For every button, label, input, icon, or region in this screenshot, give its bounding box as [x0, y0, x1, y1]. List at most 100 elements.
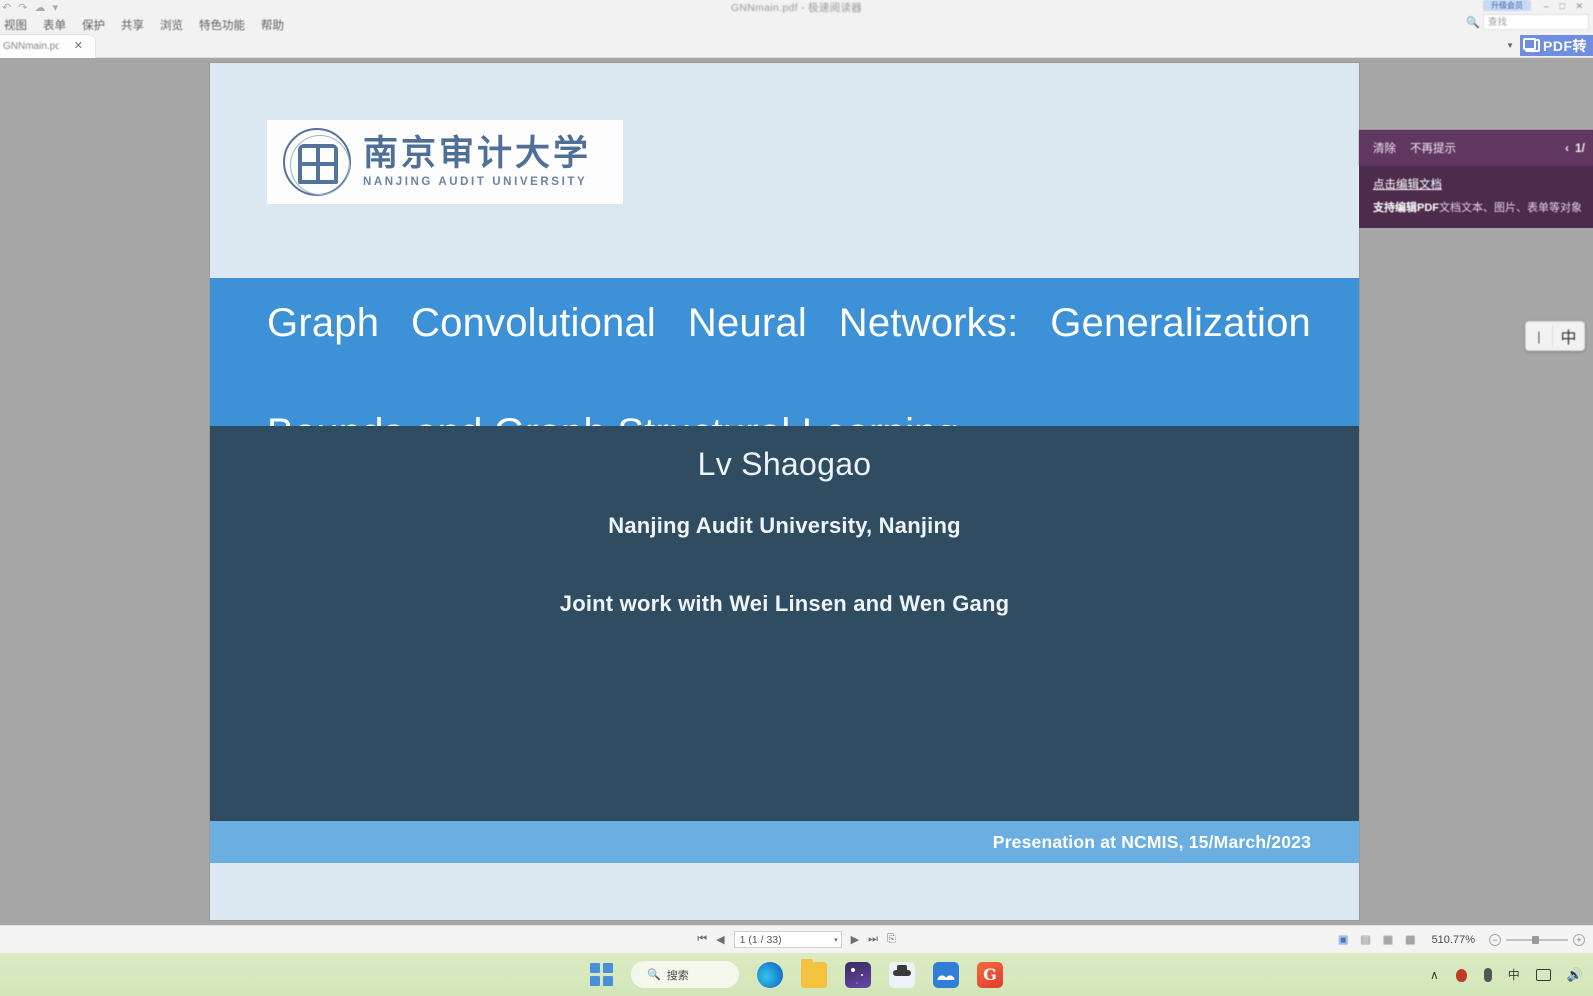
promo-description: 支持编辑PDF文档文本、图片、表单等对象 — [1373, 199, 1593, 215]
promo-counter: 1/ — [1574, 141, 1585, 155]
search-icon: 🔍 — [647, 969, 661, 981]
first-page-icon[interactable]: ⏮ — [697, 933, 707, 946]
logo-english-name: NANJING AUDIT UNIVERSITY — [363, 175, 588, 188]
close-icon[interactable]: ✕ — [74, 41, 83, 52]
tray-chevron-up-icon[interactable]: ∧ — [1430, 968, 1439, 982]
menu-item-6[interactable]: 帮助 — [261, 17, 284, 33]
ime-indicator[interactable]: 中 — [1508, 966, 1520, 983]
explorer-patch-icon[interactable] — [889, 961, 915, 988]
windows-start-icon[interactable] — [590, 963, 613, 986]
single-page-icon[interactable]: ▣ — [1338, 933, 1348, 946]
undo-icon[interactable]: ↶ — [2, 2, 11, 14]
menu-bar[interactable]: 视图 表单 保护 共享 浏览 特色功能 帮助 — [0, 15, 284, 35]
zoom-level-label: 510.77% — [1431, 933, 1475, 946]
menu-item-0[interactable]: 视图 — [4, 17, 27, 33]
menu-item-3[interactable]: 共享 — [121, 17, 144, 33]
slide-body-band: Lv Shaogao Nanjing Audit University, Nan… — [210, 426, 1359, 821]
search-input[interactable]: 查找 — [1483, 14, 1589, 30]
chevron-down-icon[interactable]: ▾ — [834, 936, 838, 944]
last-page-icon[interactable]: ⏭ — [868, 933, 878, 946]
menu-item-5[interactable]: 特色功能 — [199, 17, 245, 33]
search-row[interactable]: 🔍 查找 — [1466, 14, 1589, 30]
promo-header[interactable]: 清除 不再提示 ‹ 1/ — [1359, 130, 1593, 166]
edge-icon[interactable] — [757, 961, 783, 988]
zoom-slider-track[interactable] — [1506, 935, 1568, 944]
promo-edit-link[interactable]: 点击编辑文档 — [1373, 176, 1593, 192]
chevron-down-icon[interactable]: ▼ — [1506, 41, 1514, 50]
pdf-viewer-canvas[interactable]: 南京审计大学 NANJING AUDIT UNIVERSITY Graph Co… — [0, 58, 1593, 925]
prev-page-icon[interactable]: ◀ — [716, 933, 724, 946]
pdf-page[interactable]: 南京审计大学 NANJING AUDIT UNIVERSITY Graph Co… — [210, 63, 1359, 920]
slide-affiliation: Nanjing Audit University, Nanjing — [608, 513, 961, 538]
microphone-icon[interactable] — [1483, 967, 1492, 982]
menu-item-2[interactable]: 保护 — [82, 17, 105, 33]
menu-item-4[interactable]: 浏览 — [160, 17, 183, 33]
two-page-icon[interactable]: ▦ — [1383, 933, 1393, 946]
ime-mode-label[interactable]: 中 — [1553, 324, 1584, 348]
network-icon[interactable] — [1535, 968, 1551, 981]
continuous-scroll-icon[interactable]: ▤ — [1360, 933, 1370, 946]
wps-window-chrome: GNNmain.pdf - 极速阅读器 ↶ ↷ ☁ ▾ 视图 表单 保护 共享 … — [0, 0, 1593, 58]
start-tile-1 — [590, 963, 601, 974]
screen: GNNmain.pdf - 极速阅读器 ↶ ↷ ☁ ▾ 视图 表单 保护 共享 … — [0, 0, 1593, 996]
qq-icon[interactable] — [1455, 967, 1468, 983]
promo-body: 点击编辑文档 支持编辑PDF文档文本、图片、表单等对象 — [1359, 166, 1593, 215]
taskbar-items[interactable]: 🔍 搜索 G — [590, 958, 1003, 988]
ime-floating-bar[interactable]: | 中 — [1525, 321, 1585, 351]
document-tab[interactable]: GNNmain.pdf ✕ — [0, 34, 96, 58]
zoom-in-button[interactable]: + — [1573, 933, 1585, 946]
document-tab-label: GNNmain.pdf — [3, 41, 59, 52]
start-tile-3 — [590, 975, 601, 986]
view-controls[interactable]: ▣ ▤ ▦ ▩ 510.77% − + — [1338, 933, 1585, 946]
menu-item-1[interactable]: 表单 — [43, 17, 66, 33]
promo-dismiss-button[interactable]: 不再提示 — [1410, 140, 1456, 156]
dropdown-icon[interactable]: ▾ — [52, 2, 58, 14]
ime-handle-icon[interactable]: | — [1526, 329, 1552, 344]
logo-chinese-name: 南京审计大学 — [363, 133, 592, 175]
slide-author: Lv Shaogao — [697, 446, 872, 482]
status-bar[interactable]: ⏮ ◀ 1 (1 / 33) ▾ ▶ ⏭ ⎘ ▣ ▤ ▦ ▩ 510.77% −… — [0, 925, 1593, 953]
taskbar-search-label: 搜索 — [666, 969, 689, 982]
promo-desc-bold: 支持编辑PDF — [1373, 202, 1439, 214]
slide-title-line1: Graph Convolutional Neural Networks: Gen… — [267, 301, 1311, 345]
slide-footer-text: Presenation at NCMIS, 15/March/2023 — [992, 831, 1311, 852]
page-number-value: 1 (1 / 33) — [739, 933, 782, 946]
zoom-out-button[interactable]: − — [1489, 933, 1501, 946]
edit-promo-tooltip[interactable]: 清除 不再提示 ‹ 1/ 点击编辑文档 支持编辑PDF文档文本、图片、表单等对象 — [1359, 130, 1593, 228]
file-explorer-icon[interactable] — [801, 958, 827, 988]
wechat-icon[interactable] — [933, 961, 959, 988]
promo-clear-button[interactable]: 清除 — [1373, 140, 1396, 156]
volume-icon[interactable]: 🔊 — [1567, 967, 1583, 983]
pdf-convert-icon — [1523, 38, 1540, 52]
promo-nav[interactable]: ‹ 1/ — [1565, 141, 1585, 155]
slide-footer-band: Presenation at NCMIS, 15/March/2023 — [210, 821, 1359, 863]
next-page-icon[interactable]: ▶ — [851, 933, 859, 946]
redo-icon[interactable]: ↷ — [18, 2, 27, 14]
gitee-icon[interactable]: G — [977, 961, 1003, 988]
slide-joint-work: Joint work with Wei Linsen and Wen Gang — [559, 591, 1010, 616]
pdf-convert-row[interactable]: ▼ PDF转 — [1506, 35, 1593, 56]
quick-access-toolbar[interactable]: ↶ ↷ ☁ ▾ — [2, 1, 58, 15]
window-controls[interactable]: – □ ✕ — [1544, 1, 1587, 12]
start-tile-4 — [602, 975, 613, 986]
store-icon[interactable] — [845, 961, 871, 988]
upgrade-member-button[interactable]: 升级会员 — [1483, 0, 1531, 11]
promo-desc-rest: 文档文本、图片、表单等对象 — [1439, 202, 1582, 214]
start-tile-2 — [602, 963, 613, 974]
chevron-left-icon[interactable]: ‹ — [1565, 141, 1569, 155]
pdf-convert-button[interactable]: PDF转 — [1520, 35, 1593, 56]
system-tray[interactable]: ∧ 中 🔊 — [1430, 966, 1583, 983]
fit-page-icon[interactable]: ⎘ — [887, 933, 896, 946]
slide-title-band: Graph Convolutional Neural Networks: Gen… — [210, 278, 1359, 455]
search-icon[interactable]: 🔍 — [1466, 16, 1480, 29]
taskbar-search[interactable]: 🔍 搜索 — [631, 961, 739, 988]
university-seal-icon — [283, 128, 351, 196]
windows-taskbar[interactable]: 🔍 搜索 G ∧ 中 🔊 — [0, 953, 1593, 996]
zoom-slider[interactable]: − + — [1489, 933, 1585, 946]
pdf-convert-label: PDF转 — [1543, 37, 1587, 54]
page-number-input[interactable]: 1 (1 / 33) ▾ — [733, 931, 842, 948]
cloud-icon[interactable]: ☁ — [34, 2, 45, 14]
facing-page-icon[interactable]: ▩ — [1405, 933, 1415, 946]
window-title: GNNmain.pdf - 极速阅读器 — [730, 2, 863, 14]
university-logo: 南京审计大学 NANJING AUDIT UNIVERSITY — [267, 120, 623, 204]
